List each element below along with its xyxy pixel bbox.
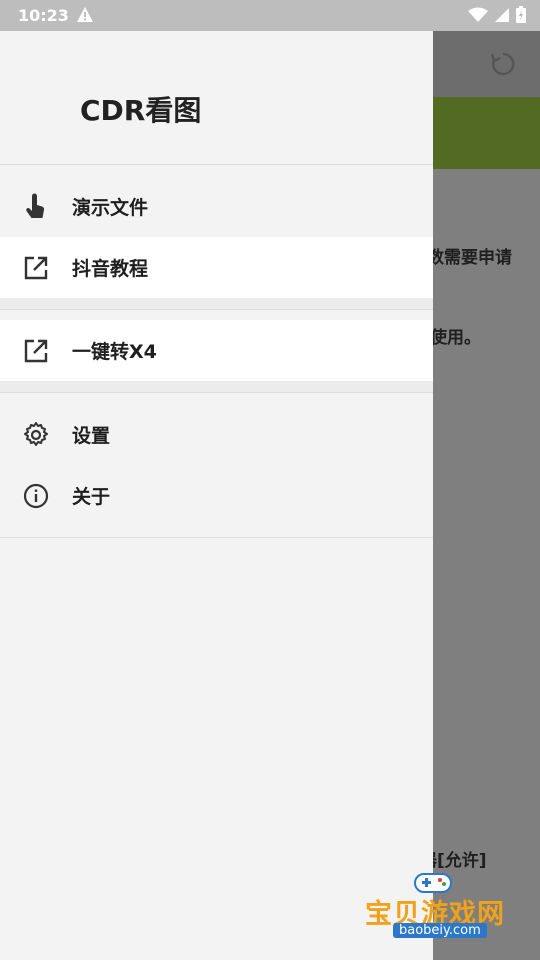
drawer-header: CDR看图 <box>0 31 433 165</box>
background-text: 数需要申请 <box>427 248 512 268</box>
refresh-icon[interactable] <box>490 51 516 81</box>
menu-item-label: 演示文件 <box>72 197 149 219</box>
touch-icon <box>22 193 50 221</box>
navigation-drawer: CDR看图 演示文件 抖音教程 一键转X4 设置 关于 <box>0 31 433 960</box>
drawer-divider <box>0 537 433 538</box>
menu-item-convert-x4[interactable]: 一键转X4 <box>0 320 433 381</box>
drawer-title: CDR看图 <box>80 94 202 127</box>
status-bar: 10:23 <box>0 0 540 31</box>
menu-item-label: 抖音教程 <box>72 258 149 280</box>
signal-icon <box>495 7 509 22</box>
menu-item-label: 设置 <box>72 425 111 447</box>
info-icon <box>22 482 50 510</box>
open-in-new-icon <box>22 254 50 282</box>
watermark-logo: 宝贝游戏网 baobeiy.com <box>365 868 515 956</box>
background-text: 使用。 <box>430 328 481 348</box>
warning-icon <box>76 6 94 27</box>
open-in-new-icon <box>22 337 50 365</box>
menu-item-settings[interactable]: 设置 <box>0 404 433 465</box>
gear-icon <box>22 421 50 449</box>
menu-item-label: 关于 <box>72 486 111 508</box>
status-time: 10:23 <box>18 6 69 25</box>
section-gap <box>0 298 433 310</box>
section-gap <box>0 381 433 393</box>
wifi-icon <box>468 7 488 22</box>
battery-icon <box>516 6 526 23</box>
status-icons <box>468 6 526 23</box>
menu-item-label: 一键转X4 <box>72 341 157 363</box>
watermark-url: baobeiy.com <box>393 923 487 938</box>
menu-item-demo-files[interactable]: 演示文件 <box>0 176 433 237</box>
menu-item-about[interactable]: 关于 <box>0 465 433 526</box>
menu-item-douyin-tutorial[interactable]: 抖音教程 <box>0 237 433 298</box>
